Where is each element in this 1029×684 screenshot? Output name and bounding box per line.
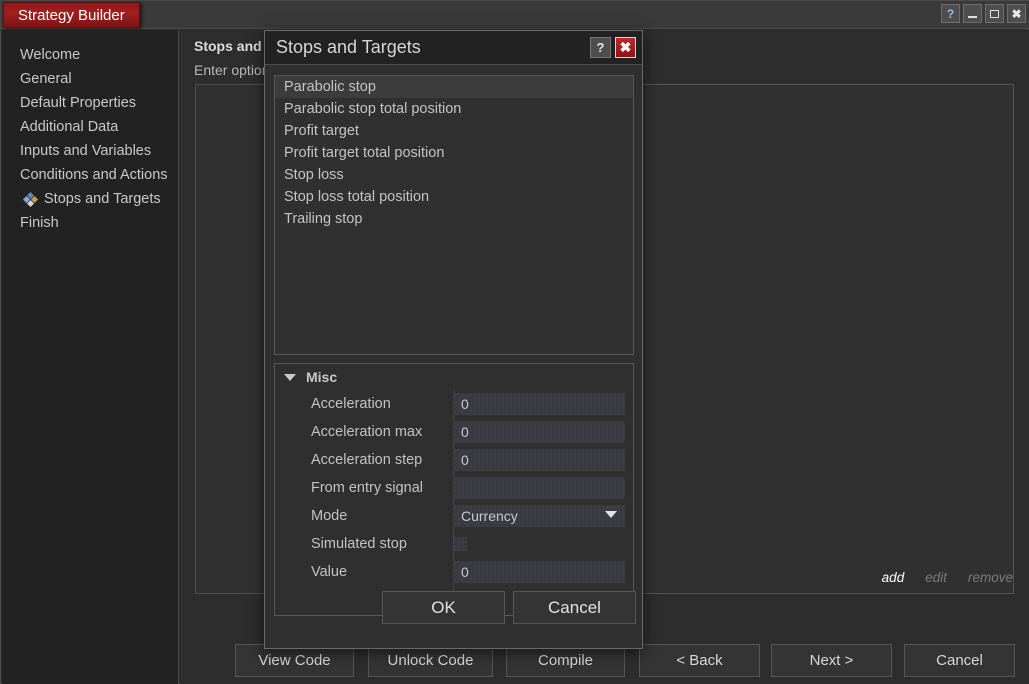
- remove-link: remove: [967, 570, 1013, 585]
- window-titlebar: Strategy Builder ? ✖: [1, 1, 1029, 29]
- wizard-sidebar: Welcome General Default Properties Addit…: [2, 30, 179, 684]
- dialog-controls: ? ✖: [590, 37, 636, 58]
- property-row-acceleration-step: Acceleration step 0: [275, 446, 633, 474]
- sidebar-item-label: Additional Data: [20, 119, 119, 135]
- property-label: From entry signal: [311, 480, 424, 496]
- sidebar-item-label: Default Properties: [20, 95, 137, 111]
- sidebar-item-label: Inputs and Variables: [20, 143, 152, 159]
- dialog-help-icon[interactable]: ?: [590, 37, 611, 58]
- sidebar-item-additional-data[interactable]: Additional Data: [2, 115, 178, 139]
- list-item[interactable]: Parabolic stop total position: [275, 98, 633, 120]
- dialog-button-bar: OK Cancel: [265, 574, 642, 648]
- mode-selected-value: Currency: [461, 508, 518, 524]
- dialog-ok-button[interactable]: OK: [382, 591, 505, 624]
- list-item[interactable]: Profit target total position: [275, 142, 633, 164]
- sidebar-item-label: Welcome: [20, 47, 81, 63]
- next-button[interactable]: Next >: [771, 644, 892, 677]
- help-icon[interactable]: ?: [941, 4, 960, 23]
- property-row-acceleration: Acceleration 0: [275, 390, 633, 418]
- sidebar-item-stops-and-targets[interactable]: Stops and Targets: [2, 187, 178, 211]
- list-item[interactable]: Profit target: [275, 120, 633, 142]
- property-row-from-entry-signal: From entry signal: [275, 474, 633, 502]
- property-row-mode: Mode Currency: [275, 502, 633, 530]
- wizard-button-bar: View Code Unlock Code Compile < Back Nex…: [180, 644, 1029, 684]
- record-actions: add edit remove: [882, 570, 1013, 585]
- acceleration-input[interactable]: 0: [453, 393, 625, 415]
- back-button[interactable]: < Back: [639, 644, 760, 677]
- chevron-down-icon[interactable]: [605, 511, 617, 518]
- sidebar-item-label: Stops and Targets: [44, 191, 161, 207]
- simulated-stop-checkbox[interactable]: [453, 537, 467, 551]
- stops-and-targets-dialog: Stops and Targets ? ✖ Parabolic stop Par…: [264, 30, 643, 649]
- diamond-cluster-icon: [22, 191, 39, 207]
- window-controls: ? ✖: [941, 4, 1026, 23]
- strategy-builder-window: Strategy Builder ? ✖ Welcome General Def…: [0, 0, 1029, 684]
- chevron-down-icon[interactable]: [284, 373, 296, 381]
- sidebar-item-label: General: [20, 71, 72, 87]
- property-label: Mode: [311, 508, 348, 524]
- property-rows: Acceleration 0 Acceleration max 0 Accele…: [275, 390, 633, 592]
- list-item[interactable]: Trailing stop: [275, 208, 633, 230]
- property-label: Acceleration step: [311, 452, 423, 468]
- maximize-icon[interactable]: [985, 4, 1004, 23]
- list-item[interactable]: Stop loss: [275, 164, 633, 186]
- acceleration-max-input[interactable]: 0: [453, 421, 625, 443]
- property-row-simulated-stop: Simulated stop: [275, 530, 633, 558]
- sidebar-item-finish[interactable]: Finish: [2, 211, 178, 235]
- list-item[interactable]: Parabolic stop: [275, 76, 633, 98]
- list-item[interactable]: Stop loss total position: [275, 186, 633, 208]
- add-link[interactable]: add: [882, 570, 905, 585]
- sidebar-item-general[interactable]: General: [2, 67, 178, 91]
- stop-type-list[interactable]: Parabolic stop Parabolic stop total posi…: [274, 75, 634, 355]
- dialog-titlebar: Stops and Targets ? ✖: [265, 31, 642, 65]
- dialog-close-icon[interactable]: ✖: [615, 37, 636, 58]
- property-label: Acceleration: [311, 396, 391, 412]
- acceleration-step-input[interactable]: 0: [453, 449, 625, 471]
- cancel-button[interactable]: Cancel: [904, 644, 1015, 677]
- property-label: Simulated stop: [311, 536, 407, 552]
- sidebar-item-conditions-and-actions[interactable]: Conditions and Actions: [2, 163, 178, 187]
- property-row-acceleration-max: Acceleration max 0: [275, 418, 633, 446]
- dialog-cancel-button[interactable]: Cancel: [513, 591, 636, 624]
- category-label: Misc: [306, 369, 338, 385]
- property-category-misc[interactable]: Misc: [275, 364, 633, 390]
- mode-select[interactable]: Currency: [453, 505, 625, 527]
- sidebar-item-default-properties[interactable]: Default Properties: [2, 91, 178, 115]
- sidebar-item-label: Conditions and Actions: [20, 167, 168, 183]
- sidebar-item-welcome[interactable]: Welcome: [2, 43, 178, 67]
- property-label: Acceleration max: [311, 424, 423, 440]
- window-title-tab[interactable]: Strategy Builder: [3, 2, 140, 28]
- sidebar-item-inputs-and-variables[interactable]: Inputs and Variables: [2, 139, 178, 163]
- window-title: Strategy Builder: [18, 6, 125, 24]
- dialog-title: Stops and Targets: [276, 37, 421, 57]
- from-entry-signal-input[interactable]: [453, 477, 625, 499]
- sidebar-item-label: Finish: [20, 215, 59, 231]
- minimize-icon[interactable]: [963, 4, 982, 23]
- edit-link: edit: [925, 570, 947, 585]
- close-icon[interactable]: ✖: [1007, 4, 1026, 23]
